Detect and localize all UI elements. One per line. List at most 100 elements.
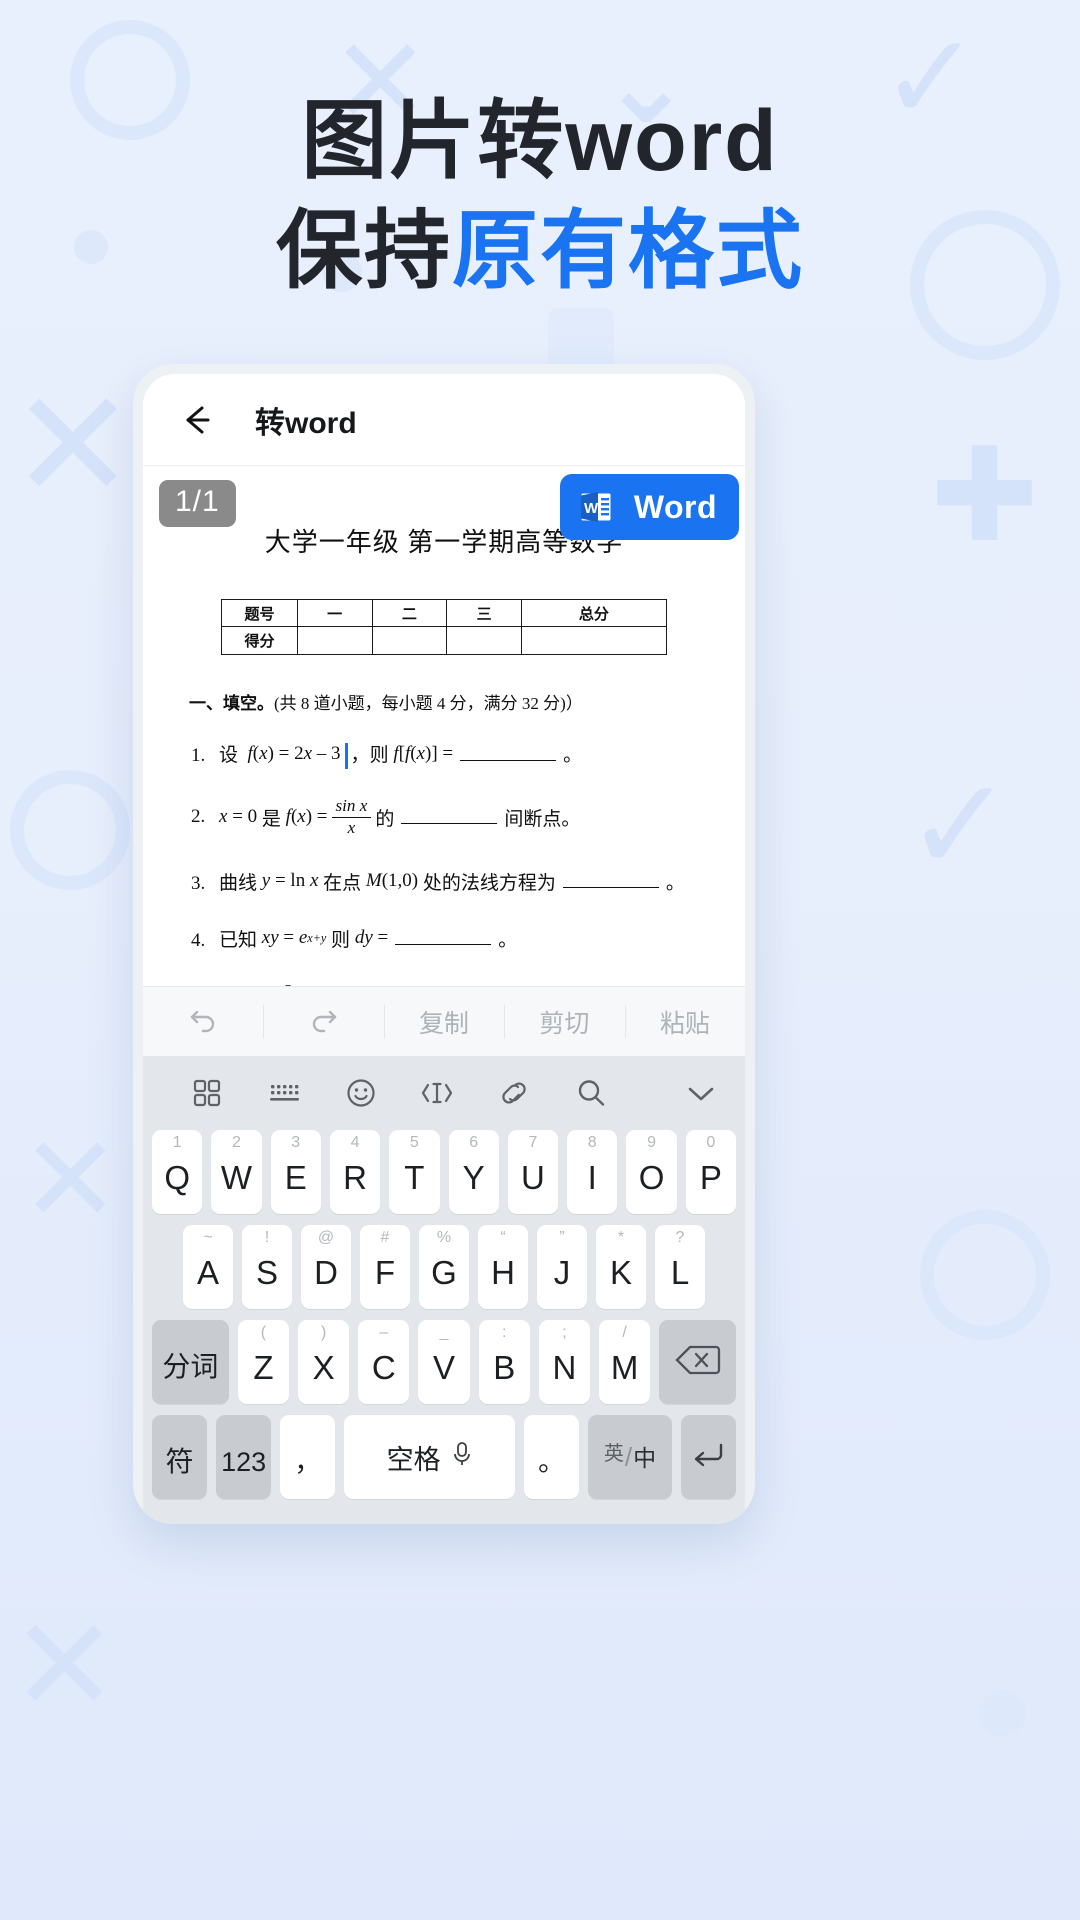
key-alt: 0 [706,1134,716,1151]
deco-x-4: ✕ [10,1592,119,1738]
key-U[interactable]: 7U [507,1130,559,1214]
key-Y[interactable]: 6Y [448,1130,499,1214]
key-label: E [284,1158,307,1196]
undo-button[interactable] [143,987,263,1056]
section-heading-rest: (共 8 道小题，每小题 4 分，满分 32 分)） [274,694,583,713]
edit-toolbar: 复制 剪切 粘贴 [143,986,745,1056]
key-numeric[interactable]: 123 [216,1415,272,1499]
key-P[interactable]: 0P [685,1130,736,1214]
question-body: 设 f(x) = 2x – 3 ，则 f[f(x)] =。 [219,740,582,769]
key-label: V [433,1348,456,1386]
key-Z[interactable]: (Z [237,1320,289,1404]
key-O[interactable]: 9O [626,1130,677,1214]
score-table: 题号 一 二 三 总分 得分 [221,599,667,655]
key-R[interactable]: 4R [329,1130,381,1214]
key-backspace[interactable] [659,1320,737,1404]
table-header-cell: 总分 [520,599,667,627]
search-icon[interactable] [552,1076,629,1110]
copy-button[interactable]: 复制 [383,987,504,1056]
key-T[interactable]: 5T [389,1130,440,1214]
key-X[interactable]: ) X [298,1320,350,1404]
key-period[interactable]: 。 [524,1415,580,1499]
emoji-icon[interactable] [322,1076,399,1110]
q2-de: 的 [375,808,395,830]
key-G[interactable]: % G [419,1225,469,1309]
q1-comma: ， [350,745,370,766]
key-V[interactable]: _ V [418,1320,470,1404]
question-3: 3. 曲线 y = ln x 在点 M (1,0) 处的法线方程为 。 [191,868,703,895]
q4-exp: x+y [307,930,327,945]
key-F[interactable]: # F [360,1225,410,1309]
key-alt: / [622,1324,627,1341]
q2-tail: 间断点。 [504,808,581,830]
key-S[interactable]: ! S [242,1225,292,1309]
table-row: 得分 [221,626,667,655]
key-I[interactable]: 8I [567,1130,618,1214]
key-A[interactable]: ~ A [183,1225,233,1309]
key-enter[interactable] [680,1415,737,1499]
key-E[interactable]: 3E [270,1130,321,1214]
key-comma[interactable]: ， [280,1415,336,1499]
q2-eq0: = 0 [232,806,258,828]
chevron-down-icon[interactable] [629,1076,719,1110]
clipboard-icon[interactable] [476,1076,553,1110]
headline-line-2-accent: 原有格式 [452,203,804,300]
question-4: 4. 已知 xy = e x+y 则 dy =。 [191,925,703,952]
key-alt: 6 [469,1134,479,1151]
key-alt: ~ [203,1229,213,1246]
key-label: ， [294,1446,322,1477]
q1-br4: ] [431,742,438,764]
app-bar: 转word [143,374,745,466]
key-label: Q [164,1158,190,1196]
key-alt: @ [317,1229,335,1246]
key-K[interactable]: * K [596,1225,646,1309]
paste-button[interactable]: 粘贴 [624,987,745,1056]
q1-two: 2 [294,742,304,764]
mic-icon[interactable] [451,1441,473,1474]
question-body: limx→∞ (1 – 2x )x = 。 [219,981,467,986]
q1-three: 3 [331,742,341,764]
key-B[interactable]: :B [478,1320,530,1404]
lang-en-label: 英 [603,1443,624,1465]
key-label: Y [462,1158,485,1196]
back-arrow-icon[interactable] [177,400,217,440]
keyboard-row-3: 分词 (Z ) X – C _ V :B ; N / M [143,1320,745,1415]
key-C[interactable]: – C [358,1320,410,1404]
cut-button[interactable]: 剪切 [504,987,624,1056]
key-N[interactable]: ; N [538,1320,591,1404]
key-D[interactable]: @ D [301,1225,351,1309]
key-space[interactable]: 空格 [344,1415,516,1499]
redo-icon [307,1001,341,1042]
q1-eq: = [278,742,290,764]
key-alt: ! [264,1229,270,1246]
redo-button[interactable] [263,987,383,1056]
key-alt: * [617,1229,625,1246]
key-label: R [343,1158,367,1196]
key-W[interactable]: 2W [211,1130,262,1214]
document-viewport[interactable]: 1/1 W Word 大学一年级 第一学期高等数学 题号 一 二 三 总分 得分… [143,466,745,986]
key-M[interactable]: / M [599,1320,651,1404]
key-Q[interactable]: 1Q [152,1130,203,1214]
key-alt: – [379,1324,389,1341]
key-symbols[interactable]: 符 [152,1415,208,1499]
grid-icon[interactable] [169,1077,246,1109]
cursor-move-icon[interactable] [399,1076,476,1110]
question-number: 4. [191,929,206,951]
q1-eq2: = [442,742,454,764]
key-label: 123 [221,1446,267,1477]
key-label: W [220,1158,253,1196]
key-alt: 1 [172,1134,182,1151]
key-segment-word[interactable]: 分词 [152,1320,229,1404]
key-H[interactable]: “H [478,1225,528,1309]
q1-x2: x [303,742,313,764]
headline-line-2: 保持原有格式 [0,196,1080,306]
headline-line-2-plain: 保持 [276,203,452,300]
key-J[interactable]: ” J [537,1225,587,1309]
key-language-toggle[interactable]: 英 / 中 [588,1415,672,1499]
keyboard-icon[interactable] [246,1077,323,1109]
word-export-button[interactable]: W Word [559,474,739,540]
q3-x: x [309,870,319,892]
key-label: B [493,1348,516,1386]
key-alt: % [436,1229,452,1246]
key-L[interactable]: ? L [655,1225,705,1309]
